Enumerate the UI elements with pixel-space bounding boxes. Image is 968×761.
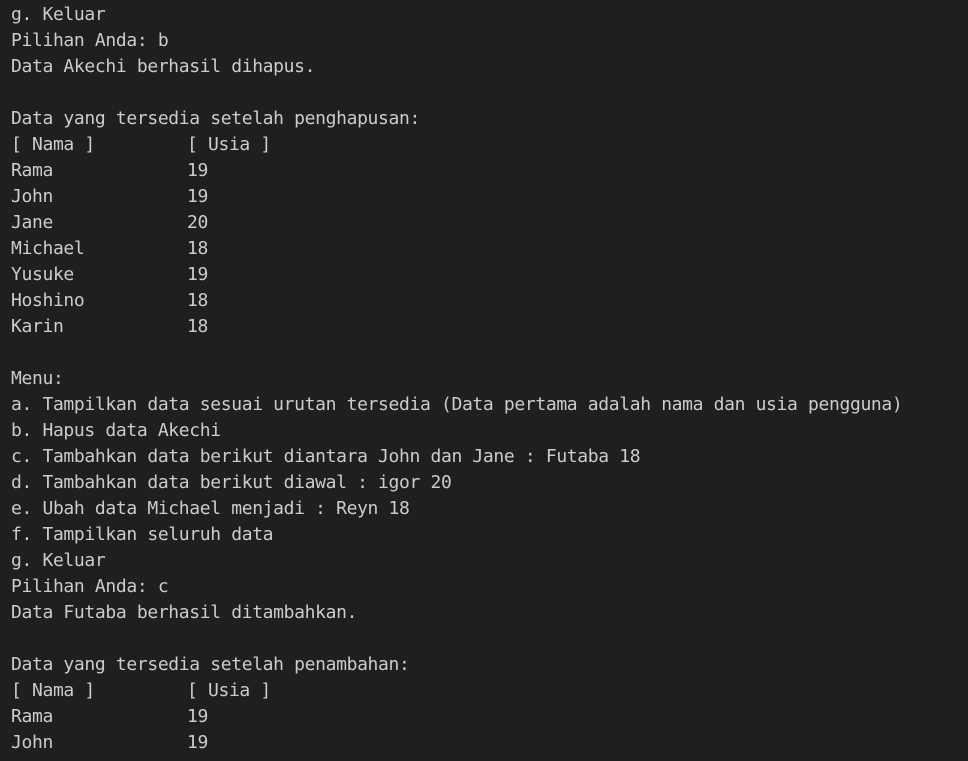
row-name: Jane <box>11 212 53 233</box>
row-name: [ Nama ] <box>11 680 95 701</box>
output-line: Pilihan Anda: c <box>11 576 169 597</box>
table-row: Michael 18 <box>11 236 968 262</box>
table-row: Hoshino 18 <box>11 288 968 314</box>
row-name: [ Nama ] <box>11 134 95 155</box>
row-name: Rama <box>11 160 53 181</box>
output-line: Menu: <box>11 368 64 389</box>
terminal-output[interactable]: g. Keluar Pilihan Anda: b Data Akechi berh… <box>0 0 968 761</box>
table-row: [ Nama ] [ Usia ] <box>11 678 968 704</box>
table-row: Rama 19 <box>11 704 968 730</box>
row-age: 19 <box>187 186 208 207</box>
row-age: 18 <box>187 290 208 311</box>
row-name: John <box>11 732 53 753</box>
output-line: d. Tambahkan data berikut diawal : igor … <box>11 472 452 493</box>
row-age: 19 <box>187 732 208 753</box>
row-age: 18 <box>187 316 208 337</box>
row-name: Karin <box>11 316 64 337</box>
row-age: 19 <box>187 706 208 727</box>
row-name: Rama <box>11 706 53 727</box>
row-age: [ Usia ] <box>187 680 271 701</box>
row-age: 18 <box>187 238 208 259</box>
row-age: 19 <box>187 264 208 285</box>
table-row: John 19 <box>11 184 968 210</box>
row-age: 20 <box>187 212 208 233</box>
output-line: g. Keluar <box>11 4 106 25</box>
row-name: Yusuke <box>11 264 74 285</box>
output-line: Data yang tersedia setelah penambahan: <box>11 654 410 675</box>
row-name: Hoshino <box>11 290 85 311</box>
output-line: c. Tambahkan data berikut diantara John … <box>11 446 641 467</box>
output-line: Data yang tersedia setelah penghapusan: <box>11 108 420 129</box>
row-age: [ Usia ] <box>187 134 271 155</box>
table-row: Karin 18 <box>11 314 968 340</box>
output-line: b. Hapus data Akechi <box>11 420 221 441</box>
output-line: Pilihan Anda: b <box>11 30 169 51</box>
output-line: f. Tampilkan seluruh data <box>11 524 274 545</box>
output-line: e. Ubah data Michael menjadi : Reyn 18 <box>11 498 410 519</box>
output-line: Data Akechi berhasil dihapus. <box>11 56 316 77</box>
table-row: Jane 20 <box>11 210 968 236</box>
output-line: Data Futaba berhasil ditambahkan. <box>11 602 358 623</box>
table-row: John 19 <box>11 730 968 756</box>
row-age: 19 <box>187 160 208 181</box>
output-line: a. Tampilkan data sesuai urutan tersedia… <box>11 394 903 415</box>
row-name: John <box>11 186 53 207</box>
table-row: [ Nama ] [ Usia ] <box>11 132 968 158</box>
output-line: g. Keluar <box>11 550 106 571</box>
table-row: Yusuke 19 <box>11 262 968 288</box>
table-row: Rama 19 <box>11 158 968 184</box>
row-name: Michael <box>11 238 85 259</box>
